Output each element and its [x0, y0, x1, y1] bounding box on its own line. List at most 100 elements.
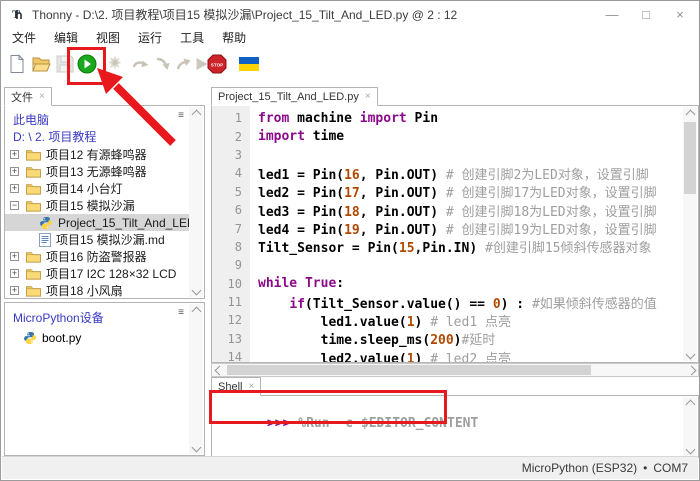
scrollbar-thumb[interactable] — [227, 365, 591, 375]
menu-view[interactable]: 视图 — [87, 27, 129, 48]
open-file-icon[interactable] — [31, 54, 51, 74]
folder-icon — [26, 267, 41, 280]
line-number: 2 — [212, 130, 250, 144]
code-text: while True: — [250, 276, 344, 291]
code-text: time.sleep_ms(200)#延时 — [250, 329, 495, 348]
expand-icon[interactable]: + — [10, 184, 19, 193]
thonny-logo-icon: T — [8, 6, 24, 22]
debug-script-icon — [105, 54, 125, 74]
tree-item-label: 项目12 有源蜂鸣器 — [46, 146, 147, 163]
menu-edit[interactable]: 编辑 — [45, 27, 87, 48]
tree-item[interactable]: + 项目12 有源蜂鸣器 — [5, 146, 189, 163]
line-number: 10 — [212, 277, 250, 291]
maximize-button[interactable]: □ — [629, 1, 663, 27]
expand-icon[interactable]: + — [10, 286, 19, 295]
menu-run[interactable]: 运行 — [129, 27, 171, 48]
tree-item[interactable]: +项目18 小风扇 — [5, 282, 189, 299]
tree-item[interactable]: Project_15_Tilt_And_LED.py — [5, 214, 189, 231]
expand-icon[interactable]: + — [10, 269, 19, 278]
code-text: led4 = Pin(19, Pin.OUT) # 创建引脚19为LED对象，设… — [250, 219, 657, 238]
tab-close-icon[interactable]: × — [248, 381, 254, 392]
stop-restart-icon[interactable]: STOP — [207, 54, 227, 74]
scrollbar-thumb[interactable] — [684, 122, 696, 194]
editor-vscrollbar[interactable] — [683, 107, 697, 361]
tree-item[interactable]: +项目14 小台灯 — [5, 180, 189, 197]
editor-hscrollbar[interactable] — [211, 363, 699, 377]
tab-files[interactable]: 文件 × — [4, 87, 52, 106]
device-pane: MicroPython设备 ≡ boot.py — [4, 302, 205, 456]
scroll-down-icon[interactable] — [189, 283, 203, 297]
files-root[interactable]: 此电脑 — [13, 111, 49, 128]
tree-item-label: 项目15 模拟沙漏.md — [56, 231, 165, 248]
expand-icon[interactable]: + — [10, 167, 19, 176]
tree-item-label: 项目15 模拟沙漏 — [46, 197, 135, 214]
save-file-icon — [55, 54, 75, 74]
thonny-window: T Thonny - D:\2. 项目教程\项目15 模拟沙漏\Project_… — [0, 0, 700, 481]
code-text: import time — [250, 129, 344, 144]
line-number: 14 — [212, 350, 250, 362]
device-menu-icon[interactable]: ≡ — [178, 309, 184, 317]
tab-close-icon[interactable]: × — [39, 91, 45, 102]
tree-item[interactable]: + 项目13 无源蜂鸣器 — [5, 163, 189, 180]
folder-icon — [26, 199, 41, 212]
scroll-up-icon[interactable] — [683, 397, 697, 411]
status-device[interactable]: MicroPython (ESP32) — [522, 461, 637, 475]
new-file-icon[interactable] — [7, 54, 27, 74]
code-text: Tilt_Sensor = Pin(15,Pin.IN) #创建引脚15倾斜传感… — [250, 237, 651, 256]
device-scrollbar[interactable] — [189, 304, 203, 454]
svg-text:T: T — [12, 7, 20, 21]
expand-icon[interactable]: + — [10, 150, 19, 159]
code-line: 2import time — [212, 127, 683, 145]
tree-item[interactable]: + 项目17 I2C 128×32 LCD — [5, 265, 189, 282]
code-line: 1from machine import Pin — [212, 109, 683, 127]
scroll-down-icon[interactable] — [683, 442, 697, 456]
tab-editor[interactable]: Project_15_Tilt_And_LED.py × — [211, 87, 378, 106]
minimize-button[interactable]: — — [595, 1, 629, 27]
svg-text:STOP: STOP — [211, 62, 223, 67]
code-text: led2 = Pin(17, Pin.OUT) # 创建引脚17为LED对象，设… — [250, 182, 657, 201]
scroll-up-icon[interactable] — [683, 107, 697, 121]
files-path[interactable]: D: \ 2. 项目教程 — [13, 128, 96, 145]
scroll-down-icon[interactable] — [683, 347, 697, 361]
code-editor[interactable]: 1from machine import Pin2import time34le… — [211, 105, 699, 363]
tab-shell[interactable]: Shell × — [211, 377, 261, 396]
menu-file[interactable]: 文件 — [3, 27, 45, 48]
status-port[interactable]: COM7 — [653, 461, 688, 475]
run-script-icon[interactable] — [77, 54, 97, 74]
shell-scrollbar[interactable] — [683, 397, 697, 456]
scroll-up-icon[interactable] — [189, 304, 203, 318]
shell-line: >>> %Run -c $EDITOR_CONTENT — [220, 401, 478, 446]
scroll-up-icon[interactable] — [189, 107, 203, 121]
ukraine-flag-icon[interactable] — [239, 57, 259, 71]
status-separator: • — [643, 461, 647, 475]
status-bar: MicroPython (ESP32) • COM7 — [2, 456, 698, 479]
code-line: 14 led2.value(1) # led2 点亮 — [212, 348, 683, 362]
scroll-down-icon[interactable] — [189, 440, 203, 454]
tree-item-label: 项目17 I2C 128×32 LCD — [46, 265, 176, 282]
python-file-icon — [23, 331, 37, 345]
close-button[interactable]: × — [663, 1, 697, 27]
tree-item-label: 项目13 无源蜂鸣器 — [46, 163, 147, 180]
tab-close-icon[interactable]: × — [365, 91, 371, 102]
scroll-left-icon[interactable] — [212, 364, 226, 376]
line-number: 6 — [212, 203, 250, 217]
expand-icon[interactable]: + — [10, 252, 19, 261]
shell-command: %Run -c $EDITOR_CONTENT — [298, 416, 478, 431]
files-scrollbar[interactable] — [189, 107, 203, 297]
tree-item[interactable]: 项目15 模拟沙漏.md — [5, 231, 189, 248]
menu-help[interactable]: 帮助 — [213, 27, 255, 48]
files-menu-icon[interactable]: ≡ — [178, 112, 184, 120]
device-header[interactable]: MicroPython设备 — [13, 309, 104, 326]
tree-item[interactable]: +项目16 防盗警报器 — [5, 248, 189, 265]
step-into-icon — [153, 54, 173, 74]
collapse-icon[interactable]: − — [10, 201, 19, 210]
tree-item[interactable]: − 项目15 模拟沙漏 — [5, 197, 189, 214]
device-item-bootpy[interactable]: boot.py — [5, 329, 189, 347]
menu-tools[interactable]: 工具 — [171, 27, 213, 48]
shell-output[interactable]: >>> %Run -c $EDITOR_CONTENT — [211, 395, 699, 458]
scroll-right-icon[interactable] — [684, 364, 698, 376]
folder-icon — [26, 165, 41, 178]
code-text: led2.value(1) # led2 点亮 — [250, 348, 511, 362]
code-line: 7led4 = Pin(19, Pin.OUT) # 创建引脚19为LED对象，… — [212, 219, 683, 237]
code-text: led1.value(1) # led1 点亮 — [250, 311, 511, 330]
